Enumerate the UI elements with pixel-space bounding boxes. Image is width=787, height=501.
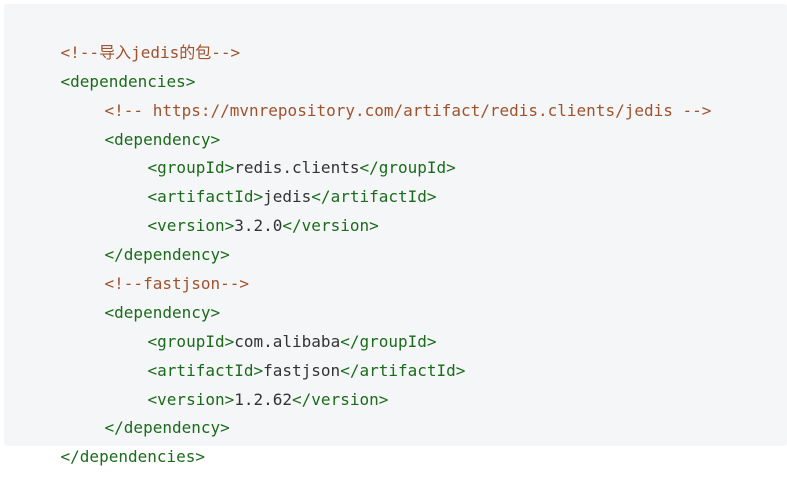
- code-line-dependency-close: </dependency>: [4, 386, 787, 437]
- code-line-dependency-open: <dependency>: [4, 97, 787, 149]
- code-line-comment-import-jedis: <!--导入jedis的包-->: [4, 10, 787, 62]
- code-line-group-id: <groupId>redis.clients</groupId>: [4, 126, 787, 177]
- code-line-group-id: <groupId>com.alibaba</groupId>: [4, 299, 787, 351]
- code-line-version: <version>1.2.62</version>: [4, 357, 787, 409]
- code-line-comment-fastjson: <!--fastjson-->: [4, 241, 787, 293]
- code-line-version: <version>3.2.0</version>: [4, 183, 787, 235]
- code-line-dependency-open: <dependency>: [4, 270, 787, 322]
- code-line-dependencies-close: </dependencies>: [4, 414, 787, 466]
- code-line-comment-url: <!-- https://mvnrepository.com/artifact/…: [4, 68, 787, 120]
- code-block: <!--导入jedis的包--> <dependencies> <!-- htt…: [4, 4, 787, 466]
- code-line-artifact-id: <artifactId>jedis</artifactId>: [4, 154, 787, 206]
- code-line-dependencies-open: <dependencies>: [4, 39, 787, 91]
- code-line-artifact-id: <artifactId>fastjson</artifactId>: [4, 328, 787, 380]
- xml-tag: </dependencies>: [60, 447, 206, 467]
- code-line-dependency-close: </dependency>: [4, 212, 787, 264]
